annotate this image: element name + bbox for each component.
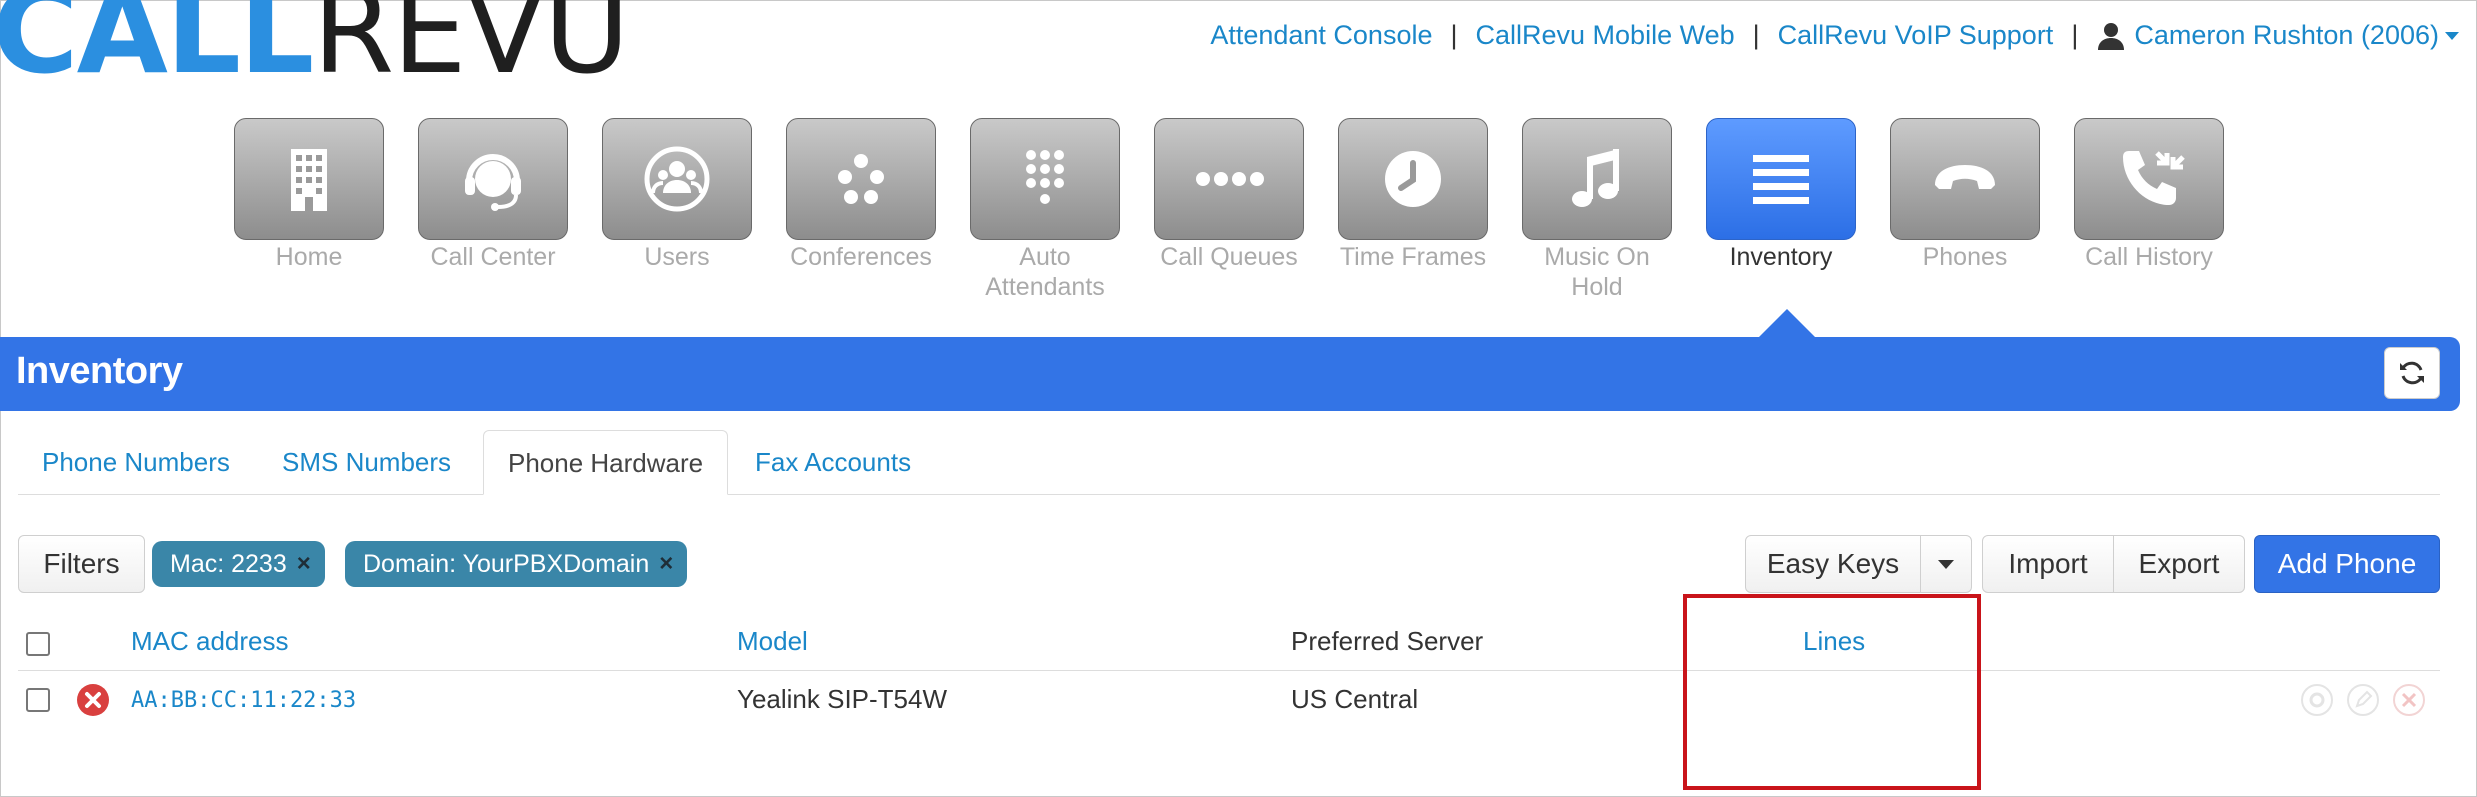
chip-label: Mac: 2233 [170,549,287,578]
nav-label: Music On Hold [1544,243,1650,301]
logo-revu-text: REVU [312,0,630,100]
mobile-web-link[interactable]: CallRevu Mobile Web [1476,20,1735,51]
page-title: Inventory [16,350,183,392]
error-icon[interactable] [76,683,110,717]
page-header-banner: Inventory [0,337,2460,411]
nav-call-history[interactable]: Call History [2073,118,2225,272]
nav-inventory[interactable]: Inventory [1705,118,1857,272]
tab-phone-numbers[interactable]: Phone Numbers [18,430,254,494]
nav-label: Call History [2085,243,2213,271]
refresh-button[interactable] [2384,347,2440,399]
nav-auto-attendants[interactable]: Auto Attendants [969,118,1121,302]
row-checkbox[interactable] [26,688,50,712]
chip-label: Domain: YourPBXDomain [363,549,650,578]
nav-conferences[interactable]: Conferences [785,118,937,272]
nav-label: Phones [1922,243,2008,271]
add-phone-button[interactable]: Add Phone [2254,535,2440,593]
close-icon[interactable]: × [659,550,673,578]
gear-icon[interactable] [2300,683,2334,717]
voip-support-link[interactable]: CallRevu VoIP Support [1778,20,2054,51]
keypad-icon [1026,150,1064,204]
building-icon [291,149,327,211]
top-links: Attendant Console | CallRevu Mobile Web … [1210,20,2459,51]
filter-chip-domain[interactable]: Domain: YourPBXDomain × [345,541,688,587]
logo-call-text: CALL [0,0,314,100]
import-button[interactable]: Import [1982,535,2114,593]
nav-music-on-hold[interactable]: Music On Hold [1521,118,1673,302]
table-header: MAC address Model Preferred Server Lines [18,618,2440,671]
phone-handset-icon [1935,165,1995,189]
nav-label: Auto Attendants [985,243,1105,301]
attendant-console-link[interactable]: Attendant Console [1210,20,1432,51]
nav-label: Conferences [790,243,932,271]
filter-chip-mac[interactable]: Mac: 2233 × [152,541,325,587]
active-nav-pointer [1757,309,1817,339]
column-header-model[interactable]: Model [737,626,808,657]
close-icon[interactable]: × [297,550,311,578]
nav-home[interactable]: Home [233,118,385,272]
queue-dots-icon [1196,172,1264,186]
user-icon [2098,22,2125,50]
list-icon [1753,155,1809,204]
call-history-icon [2123,151,2185,205]
inventory-tabs: Phone Numbers SMS Numbers Phone Hardware… [18,430,2440,495]
user-name: Cameron Rushton (2006) [2134,20,2439,50]
nav-call-queues[interactable]: Call Queues [1153,118,1305,272]
users-icon [644,146,710,212]
tab-sms-numbers[interactable]: SMS Numbers [258,430,475,494]
delete-icon[interactable] [2392,683,2426,717]
separator: | [1752,20,1760,50]
nav-label: Time Frames [1339,243,1487,271]
nav-label: Call Queues [1160,243,1298,271]
select-all-checkbox[interactable] [26,632,50,656]
chevron-down-icon [1938,559,1954,569]
column-header-server: Preferred Server [1291,626,1484,656]
nav-users[interactable]: Users [601,118,753,272]
nav-label: Inventory [1729,243,1833,271]
nav-label: Users [644,243,710,271]
separator: | [2071,20,2079,50]
server-cell: US Central [1291,684,1419,714]
easy-keys-button[interactable]: Easy Keys [1745,535,1921,593]
tab-fax-accounts[interactable]: Fax Accounts [731,430,935,494]
mac-address-link[interactable]: AA:BB:CC:11:22:33 [131,688,356,713]
filters-button[interactable]: Filters [18,535,145,593]
refresh-icon [2400,361,2424,385]
clock-icon [1385,151,1441,207]
chevron-down-icon [2445,31,2459,40]
conference-dots-icon [838,154,884,204]
separator: | [1450,20,1458,50]
export-button[interactable]: Export [2113,535,2245,593]
nav-time-frames[interactable]: Time Frames [1337,118,1489,272]
callrevu-logo[interactable]: CALLREVU [0,0,630,90]
highlight-box [1683,594,1981,790]
easy-keys-dropdown[interactable] [1920,535,1972,593]
edit-icon[interactable] [2346,683,2380,717]
headset-icon [465,154,521,211]
nav-call-center[interactable]: Call Center [417,118,569,272]
nav-label: Call Center [430,243,556,271]
nav-phones[interactable]: Phones [1889,118,2041,272]
user-menu[interactable]: Cameron Rushton (2006) [2096,20,2459,51]
tab-phone-hardware[interactable]: Phone Hardware [483,430,729,495]
nav-label: Home [275,243,343,271]
music-note-icon [1572,149,1619,207]
table-row: AA:BB:CC:11:22:33 Yealink SIP-T54W US Ce… [18,672,2440,728]
model-cell: Yealink SIP-T54W [737,684,948,714]
column-header-mac[interactable]: MAC address [131,626,289,657]
